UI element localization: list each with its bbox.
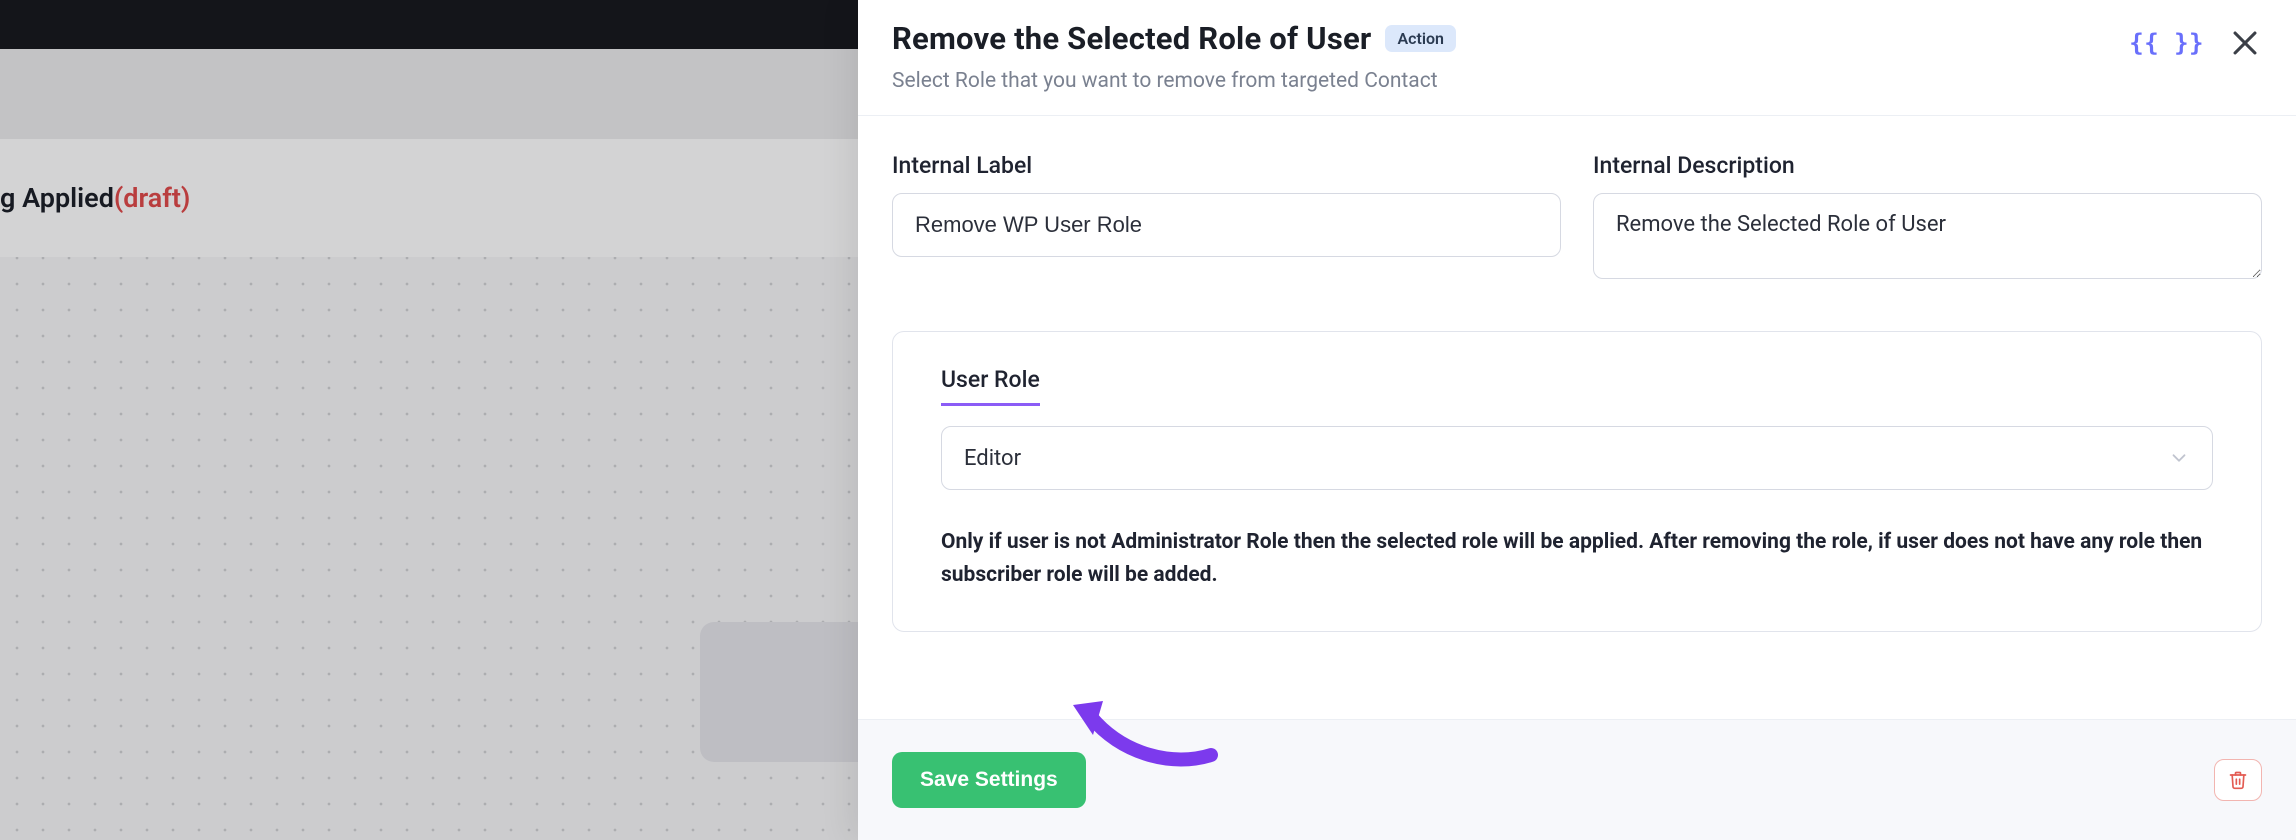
internal-label-input[interactable]: [892, 193, 1561, 257]
annotation-arrow-icon: [1063, 695, 1223, 771]
panel-subtitle: Select Role that you want to remove from…: [892, 69, 1456, 93]
internal-description-input[interactable]: [1593, 193, 2262, 279]
internal-description-label: Internal Description: [1593, 152, 2262, 179]
user-role-selected-value: Editor: [964, 446, 1021, 471]
chevron-down-icon: [2168, 447, 2190, 469]
user-role-tab[interactable]: User Role: [941, 366, 1040, 406]
close-icon[interactable]: [2228, 26, 2262, 60]
user-role-note: Only if user is not Administrator Role t…: [941, 526, 2213, 591]
panel-header: Remove the Selected Role of User Action …: [858, 0, 2296, 116]
panel-footer: Save Settings: [858, 719, 2296, 840]
delete-button[interactable]: [2214, 759, 2262, 801]
trash-icon: [2228, 770, 2248, 790]
internal-label-label: Internal Label: [892, 152, 1561, 179]
user-role-select[interactable]: Editor: [941, 426, 2213, 490]
action-settings-panel: Remove the Selected Role of User Action …: [858, 0, 2296, 840]
panel-body: Internal Label Internal Description User…: [858, 116, 2296, 671]
smart-codes-icon[interactable]: {{ }}: [2129, 29, 2204, 57]
user-role-card: User Role Editor Only if user is not Adm…: [892, 331, 2262, 632]
action-badge: Action: [1385, 25, 1456, 52]
panel-title: Remove the Selected Role of User: [892, 20, 1371, 57]
save-button[interactable]: Save Settings: [892, 752, 1086, 808]
